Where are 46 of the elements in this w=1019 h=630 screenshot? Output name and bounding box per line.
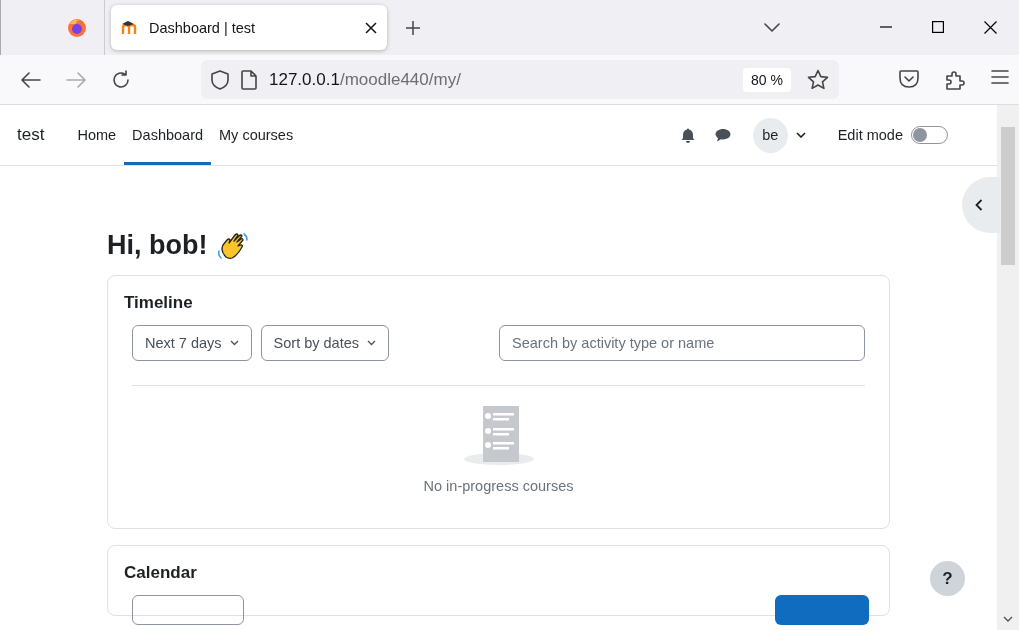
star-icon[interactable] (807, 68, 829, 91)
nav-link[interactable]: Dashboard (124, 108, 212, 165)
maximize-icon[interactable] (932, 21, 944, 33)
greeting-heading: Hi, bob! (107, 230, 208, 261)
url-text: 127.0.0.1/moodle440/my/ (269, 69, 461, 90)
nav-link[interactable]: My courses (211, 108, 302, 165)
day-filter-dropdown[interactable]: Next 7 days (132, 325, 252, 361)
search-field[interactable]: Search by activity type or name (499, 325, 865, 361)
card-title: Timeline (124, 293, 193, 313)
edit-mode-label: Edit mode (837, 127, 903, 143)
scroll-down-icon[interactable] (1003, 616, 1013, 622)
card-title: Calendar (124, 563, 197, 583)
puzzle-piece-icon[interactable] (945, 69, 965, 90)
empty-message: No in-progress courses (423, 478, 574, 494)
back-arrow-icon[interactable] (21, 71, 41, 88)
reload-icon[interactable] (111, 69, 131, 90)
caret-icon[interactable] (795, 132, 806, 138)
tab-list-chevron-icon[interactable] (764, 22, 780, 33)
tab-title: Dashboard | test (149, 19, 257, 36)
shield-icon[interactable] (211, 69, 229, 90)
scrollbar[interactable] (997, 105, 1019, 630)
pocket-icon[interactable] (899, 69, 919, 88)
help-button[interactable]: ? (930, 561, 965, 596)
address-bar[interactable]: 127.0.0.1/moodle440/my/ 80 % (201, 60, 839, 99)
page-icon[interactable] (241, 69, 257, 90)
site-name[interactable]: test (17, 125, 45, 145)
new-tab-icon[interactable] (405, 19, 421, 36)
bell-icon[interactable] (680, 127, 695, 143)
calendar-select-button[interactable] (132, 595, 244, 625)
waving-hand-icon (217, 230, 250, 261)
close-icon[interactable] (984, 21, 997, 34)
scrollbar-thumb[interactable] (1001, 127, 1015, 265)
chevron-down-icon (367, 340, 376, 346)
browser-tab[interactable]: Dashboard | test (111, 5, 387, 50)
drawer-toggle-button[interactable] (962, 177, 1000, 233)
chevron-down-icon (229, 340, 239, 346)
zoom-level-badge[interactable]: 80 % (743, 67, 791, 92)
close-icon[interactable] (365, 21, 377, 34)
sort-dropdown[interactable]: Sort by dates (260, 325, 389, 361)
menu-icon[interactable] (991, 69, 1009, 84)
nav-link[interactable]: Home (69, 108, 125, 165)
chat-bubble-icon[interactable] (714, 128, 731, 142)
empty-list-icon (463, 406, 534, 466)
chevron-left-icon[interactable] (975, 199, 983, 211)
user-avatar[interactable]: be (752, 117, 788, 153)
browser-logo-icon[interactable] (66, 17, 87, 38)
